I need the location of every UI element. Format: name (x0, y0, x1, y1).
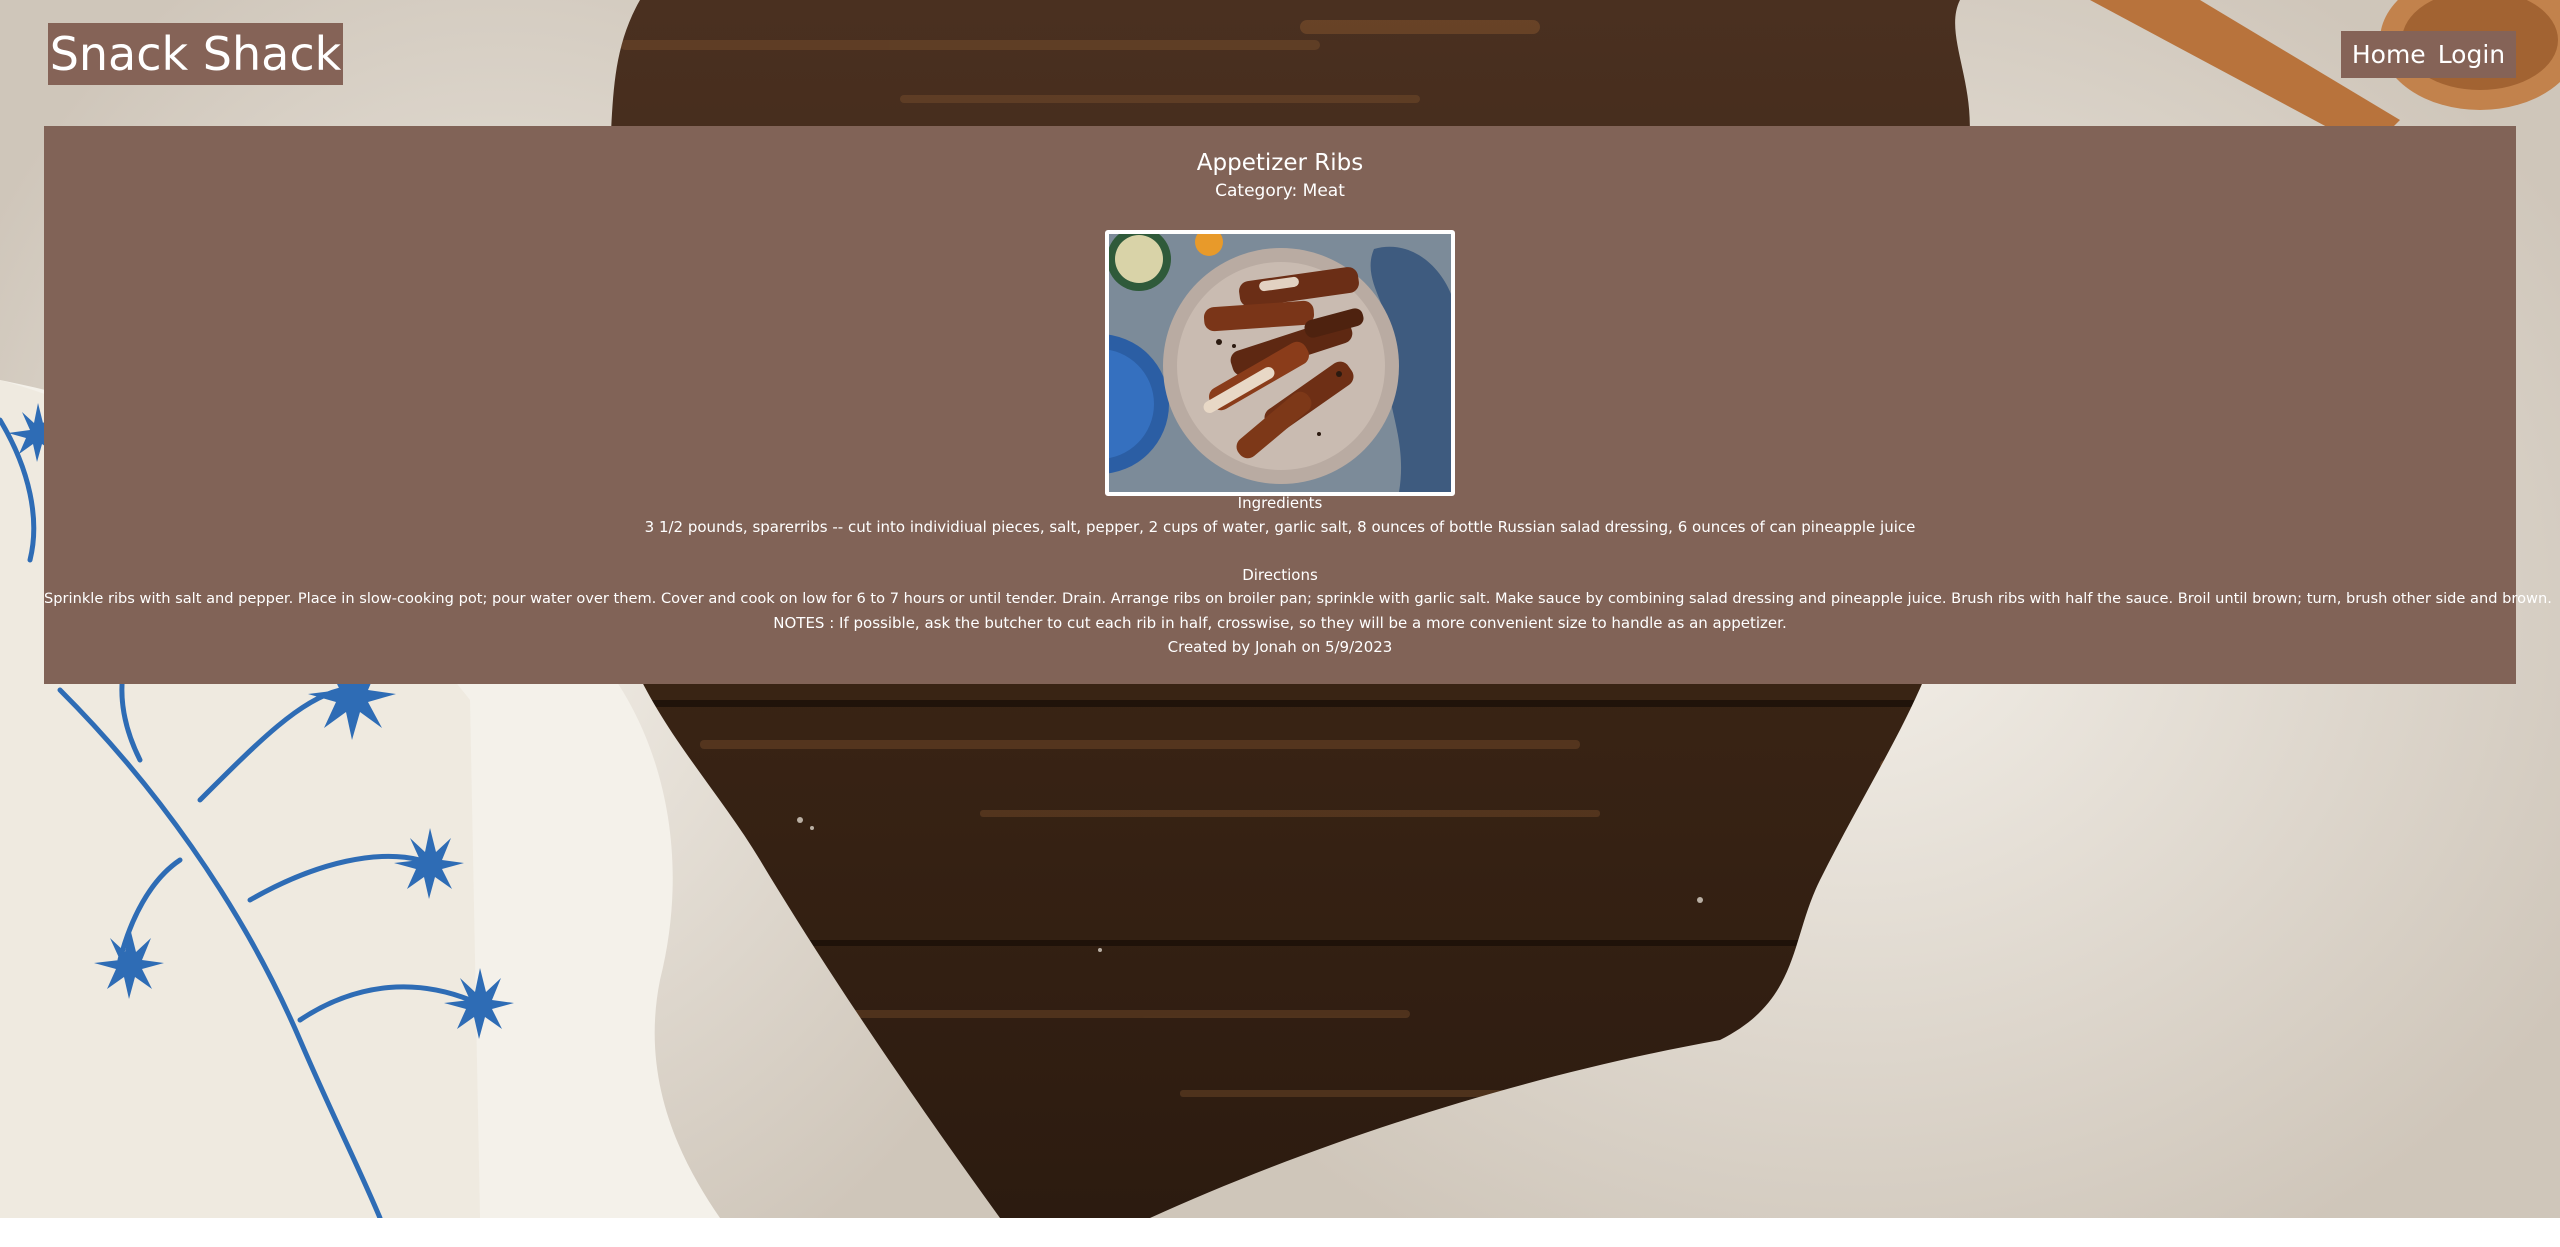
notes-text: NOTES : If possible, ask the butcher to … (773, 614, 1787, 632)
nav-home-link[interactable]: Home (2352, 40, 2426, 69)
recipe-photo (1105, 230, 1455, 496)
recipe-title: Appetizer Ribs (1196, 150, 1364, 176)
ingredients-text: 3 1/2 pounds, sparerribs -- cut into ind… (644, 518, 1916, 536)
recipe-card: Appetizer Ribs Category: Meat Ingredient… (44, 126, 2552, 684)
top-nav: Home Login (2341, 31, 2516, 78)
directions-text: Sprinkle ribs with salt and pepper. Plac… (44, 590, 2552, 607)
page: Snack Shack Home Login Appetizer Ribs Ca… (0, 0, 2560, 1247)
directions-heading: Directions (1242, 566, 1318, 584)
site-logo[interactable]: Snack Shack (48, 23, 343, 85)
nav-login-link[interactable]: Login (2438, 40, 2505, 69)
ribs-plate-image (1109, 234, 1451, 492)
ingredients-heading: Ingredients (1237, 494, 1323, 512)
created-by-text: Created by Jonah on 5/9/2023 (1167, 638, 1393, 656)
recipe-category: Category: Meat (1215, 181, 1345, 201)
